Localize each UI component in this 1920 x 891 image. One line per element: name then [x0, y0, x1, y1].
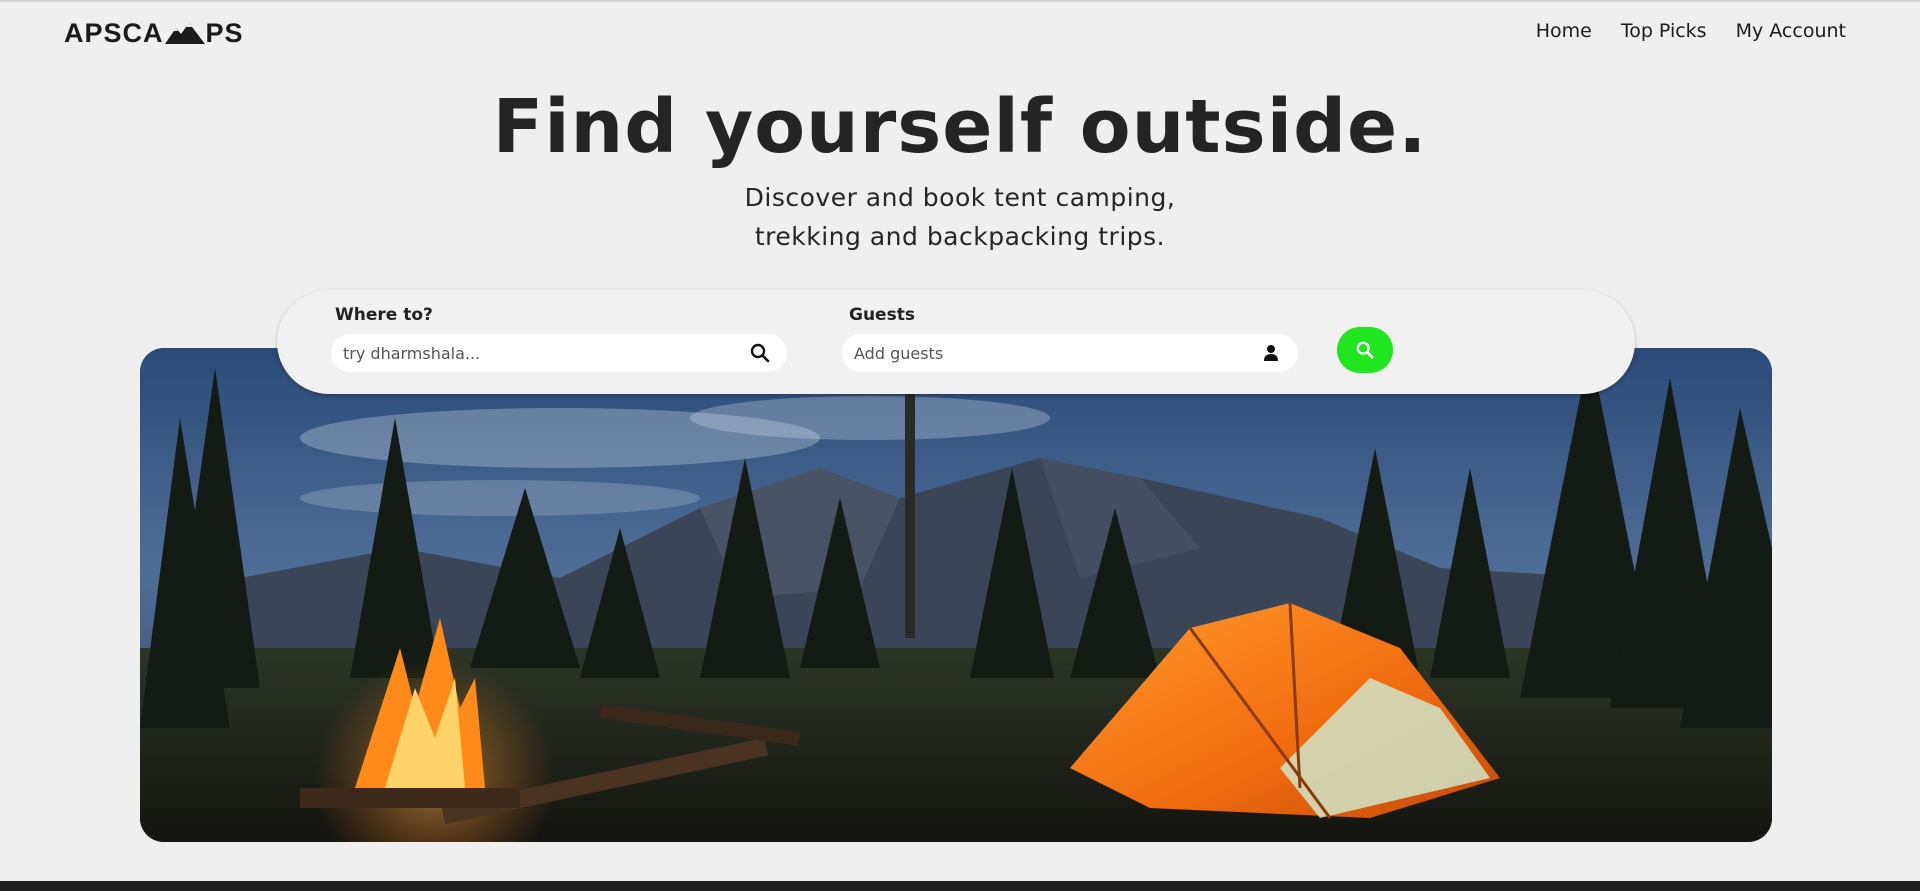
search-bar: Where to? Guests: [277, 290, 1635, 394]
search-submit-button[interactable]: [1337, 327, 1393, 373]
hero-subtitle-line-1: Discover and book tent camping,: [744, 183, 1176, 212]
mountains-icon: [164, 23, 205, 44]
guests-field[interactable]: [842, 333, 1298, 373]
guests-input[interactable]: [842, 333, 1260, 373]
nav-home[interactable]: Home: [1536, 20, 1592, 42]
hero-subtitle: Discover and book tent camping, trekking…: [0, 178, 1920, 256]
logo-text-right: PS: [205, 17, 244, 48]
hero-title: Find yourself outside.: [492, 84, 1428, 170]
search-icon: [1356, 341, 1374, 359]
nav-top-picks[interactable]: Top Picks: [1621, 20, 1707, 42]
main-nav: Home Top Picks My Account: [1536, 20, 1846, 42]
hero-subtitle-line-2: trekking and backpacking trips.: [754, 222, 1166, 251]
search-icon: [749, 342, 771, 364]
where-input[interactable]: [331, 333, 749, 373]
where-label: Where to?: [335, 305, 433, 325]
guests-label: Guests: [849, 305, 915, 325]
where-field[interactable]: [331, 333, 787, 373]
hero-campsite-image: [140, 348, 1772, 842]
top-border: [0, 0, 1920, 2]
user-icon: [1260, 342, 1282, 364]
brand-logo[interactable]: APSCA PS: [64, 16, 244, 50]
bottom-bar: [0, 881, 1920, 891]
logo-text-left: APSCA: [64, 17, 164, 48]
nav-my-account[interactable]: My Account: [1736, 20, 1846, 42]
